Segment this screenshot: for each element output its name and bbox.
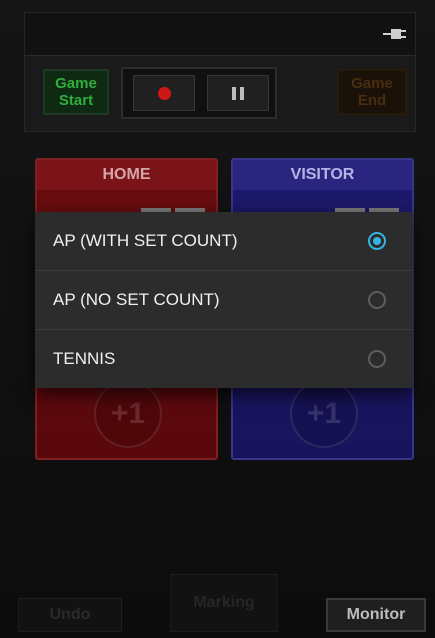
control-panel: Game Start Game End	[24, 12, 416, 132]
undo-button[interactable]: Undo	[18, 598, 122, 632]
plug-icon	[383, 29, 406, 39]
control-row: Game Start Game End	[41, 67, 409, 119]
home-team-label: HOME	[37, 160, 216, 190]
radio-unselected-icon[interactable]	[368, 350, 386, 368]
radio-selected-icon[interactable]	[368, 232, 386, 250]
option-ap-with-set-count[interactable]: AP (WITH SET COUNT)	[35, 212, 413, 271]
option-label: AP (NO SET COUNT)	[53, 290, 220, 309]
status-strip	[25, 13, 415, 56]
option-ap-no-set-count[interactable]: AP (NO SET COUNT)	[35, 271, 413, 330]
game-start-button[interactable]: Game Start	[43, 69, 109, 115]
option-label: AP (WITH SET COUNT)	[53, 231, 238, 250]
marking-button[interactable]: Marking	[170, 574, 278, 632]
recording-controls	[121, 67, 277, 119]
game-end-button[interactable]: Game End	[337, 69, 407, 115]
visitor-plus-one-button[interactable]: +1	[290, 380, 358, 448]
app-screen: Game Start Game End HOME +1 VISITOR +1 A…	[0, 0, 435, 638]
record-button[interactable]	[133, 75, 195, 111]
record-icon	[157, 86, 171, 100]
pause-icon	[232, 86, 244, 100]
home-plus-one-button[interactable]: +1	[94, 380, 162, 448]
game-end-label: Game End	[351, 75, 393, 109]
game-start-label: Game Start	[55, 75, 97, 109]
scoring-mode-dialog: AP (WITH SET COUNT) AP (NO SET COUNT) TE…	[35, 212, 413, 388]
visitor-team-label: VISITOR	[233, 160, 412, 190]
radio-unselected-icon[interactable]	[368, 291, 386, 309]
option-tennis[interactable]: TENNIS	[35, 330, 413, 388]
option-label: TENNIS	[53, 349, 116, 368]
pause-button[interactable]	[207, 75, 269, 111]
monitor-button[interactable]: Monitor	[326, 598, 426, 632]
